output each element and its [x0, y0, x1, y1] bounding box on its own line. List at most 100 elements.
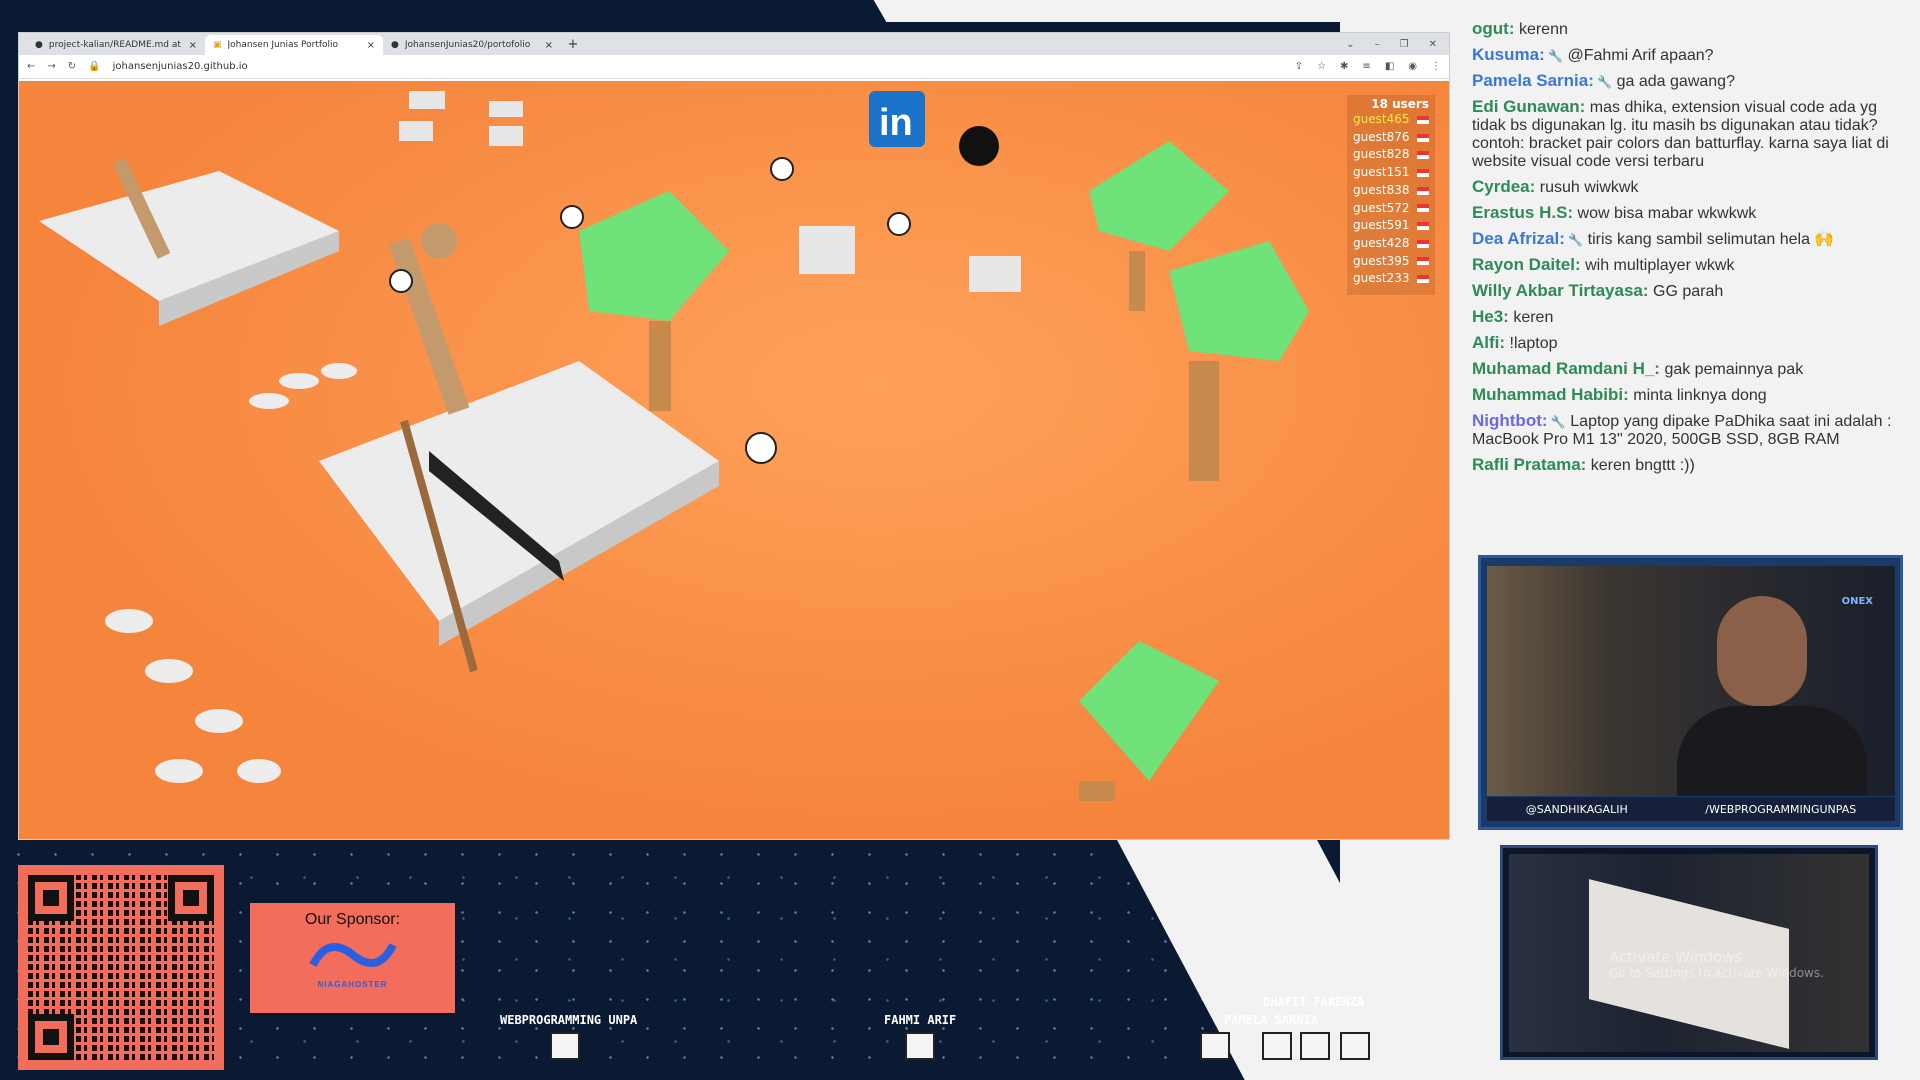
chat-username[interactable]: Alfi:	[1472, 333, 1505, 352]
chat-message: ogut: kerenn	[1472, 20, 1912, 39]
chat-message: Dea Afrizal: 🔧 tiris kang sambil selimut…	[1472, 230, 1912, 249]
keyboard-video: Activate Windows Go to Settings to activa…	[1509, 854, 1869, 1052]
chat-username[interactable]: Dea Afrizal:	[1472, 229, 1565, 248]
chat-text: tiris kang sambil selimutan hela 🙌	[1587, 231, 1835, 248]
chat-message: Willy Akbar Tirtayasa: GG parah	[1472, 282, 1912, 301]
url-field[interactable]: johansenjunias20.github.io	[113, 61, 1283, 72]
pixel-avatar	[1300, 1032, 1330, 1060]
user-row: guest591	[1353, 217, 1429, 235]
minimize-button[interactable]: –	[1375, 35, 1380, 55]
chat-username[interactable]: Pamela Sarnia:	[1472, 71, 1594, 90]
chat-message: Edi Gunawan: mas dhika, extension visual…	[1472, 98, 1912, 171]
online-users-panel[interactable]: 18 users guest465 guest876 guest828 gues…	[1347, 95, 1435, 295]
chat-message: Nightbot: 🔧 Laptop yang dipake PaDhika s…	[1472, 412, 1912, 449]
share-icon[interactable]: ⇪	[1295, 61, 1303, 72]
pixel-avatar	[905, 1032, 935, 1060]
new-tab-button[interactable]: +	[561, 35, 585, 55]
chat-username[interactable]: Kusuma:	[1472, 45, 1545, 64]
niagahoster-logo-icon	[308, 943, 397, 967]
flag-icon	[1417, 186, 1429, 195]
forward-icon[interactable]: →	[47, 61, 55, 72]
user-row: guest428	[1353, 235, 1429, 253]
stream-chat: ogut: kerenn Kusuma: 🔧 @Fahmi Arif apaan?…	[1472, 20, 1912, 482]
chat-text: !laptop	[1509, 335, 1558, 352]
tab-title: JohansenJunias20/portofolio	[404, 40, 531, 50]
chat-username[interactable]: Muhammad Habibi:	[1472, 385, 1629, 404]
chat-username[interactable]: Cyrdea:	[1472, 177, 1535, 196]
sponsor-name: NIAGAHOSTER	[317, 980, 388, 989]
pixel-avatar	[550, 1032, 580, 1060]
3d-game-canvas[interactable]: in 18 users guest465 guest876 guest828 g…	[19, 81, 1449, 839]
flag-icon	[1417, 115, 1429, 124]
flag-icon	[1417, 133, 1429, 142]
pixel-avatar	[1200, 1032, 1230, 1060]
pixel-avatar	[1340, 1032, 1370, 1060]
channel-label: /WEBPROGRAMMINGUNPAS	[1705, 802, 1857, 816]
chat-username[interactable]: ogut:	[1472, 19, 1514, 38]
chat-username[interactable]: Rayon Daitel:	[1472, 255, 1581, 274]
tab-search-icon[interactable]: ⌄	[1346, 35, 1354, 55]
users-count: 18 users	[1371, 97, 1429, 111]
svg-text:in: in	[879, 102, 913, 144]
activate-windows-text: Go to Settings to activate Windows.	[1609, 966, 1824, 980]
chat-username[interactable]: Rafli Pratama:	[1472, 455, 1586, 474]
close-icon[interactable]: ×	[367, 40, 375, 51]
profile-avatar[interactable]: ◉	[1408, 61, 1417, 72]
social-bar: @SANDHIKAGALIH /WEBPROGRAMMINGUNPAS	[1487, 797, 1895, 821]
chair-brand: ONEX	[1841, 596, 1873, 607]
flag-icon	[1417, 275, 1429, 284]
chat-text: keren	[1513, 309, 1554, 326]
tab-portfolio[interactable]: ▣ Johansen Junias Portfolio ×	[205, 35, 383, 55]
chat-text: ga ada gawang?	[1616, 73, 1735, 90]
tab-repo[interactable]: ● JohansenJunias20/portofolio ×	[383, 35, 561, 55]
extensions-icon[interactable]: ✱	[1340, 61, 1348, 72]
reload-icon[interactable]: ↻	[68, 61, 76, 72]
chat-text: @Fahmi Arif apaan?	[1567, 47, 1714, 64]
address-bar-row: ← → ↻ 🔒 johansenjunias20.github.io ⇪ ☆ ✱ ≡ ◧…	[19, 55, 1449, 79]
chat-text: rusuh wiwkwk	[1539, 179, 1639, 196]
chat-username[interactable]: Nightbot:	[1472, 411, 1548, 430]
chat-message: He3: keren	[1472, 308, 1912, 327]
chat-message: Cyrdea: rusuh wiwkwk	[1472, 178, 1912, 197]
chat-text: gak pemainnya pak	[1664, 361, 1804, 378]
viewer-name: PAMELA SARNIA	[1224, 1013, 1318, 1027]
chat-message: Rayon Daitel: wih multiplayer wkwk	[1472, 256, 1912, 275]
media-icon[interactable]: ≡	[1362, 61, 1370, 72]
chat-username[interactable]: Willy Akbar Tirtayasa:	[1472, 281, 1649, 300]
chat-message: Muhamad Ramdani H_: gak pemainnya pak	[1472, 360, 1912, 379]
restore-button[interactable]: ❐	[1400, 35, 1409, 55]
user-row: guest233	[1353, 270, 1429, 288]
webcam-frame: ONEX @SANDHIKAGALIH /WEBPROGRAMMINGUNPAS	[1478, 555, 1903, 830]
close-window-button[interactable]: ✕	[1429, 35, 1437, 55]
browser-window: ● project-kalian/README.md at × ▣ Johansen …	[18, 32, 1450, 840]
page-icon: ▣	[213, 40, 222, 50]
chat-username[interactable]: Erastus H.S:	[1472, 203, 1573, 222]
flag-icon	[1417, 222, 1429, 231]
chat-text: GG parah	[1653, 283, 1724, 300]
keyboard-cam: Activate Windows Go to Settings to activa…	[1500, 845, 1878, 1060]
star-icon[interactable]: ☆	[1317, 61, 1326, 72]
flag-icon	[1417, 239, 1429, 248]
chat-message: Kusuma: 🔧 @Fahmi Arif apaan?	[1472, 46, 1912, 65]
close-icon[interactable]: ×	[545, 40, 553, 51]
chat-username[interactable]: Edi Gunawan:	[1472, 97, 1585, 116]
close-icon[interactable]: ×	[189, 40, 197, 51]
tab-title: project-kalian/README.md at	[48, 40, 181, 50]
viewer-name: DHAFIT FARENZA	[1263, 995, 1365, 1009]
sidepanel-icon[interactable]: ◧	[1385, 61, 1394, 72]
chat-username[interactable]: He3:	[1472, 307, 1509, 326]
flag-icon	[1417, 151, 1429, 160]
menu-icon[interactable]: ⋮	[1431, 61, 1441, 72]
tab-readme[interactable]: ● project-kalian/README.md at ×	[27, 35, 205, 55]
tab-bar: ● project-kalian/README.md at × ▣ Johansen …	[19, 33, 1449, 55]
streamer-shirt	[1677, 706, 1867, 796]
user-row: guest465	[1353, 111, 1429, 129]
pixel-avatar	[1262, 1032, 1292, 1060]
user-row: guest838	[1353, 182, 1429, 200]
streamer-face	[1717, 596, 1807, 706]
chat-username[interactable]: Muhamad Ramdani H_:	[1472, 359, 1660, 378]
chat-message: Muhammad Habibi: minta linknya dong	[1472, 386, 1912, 405]
back-icon[interactable]: ←	[27, 61, 35, 72]
chat-message: Alfi: !laptop	[1472, 334, 1912, 353]
sponsor-box: Our Sponsor: NIAGAHOSTER	[250, 903, 455, 1013]
